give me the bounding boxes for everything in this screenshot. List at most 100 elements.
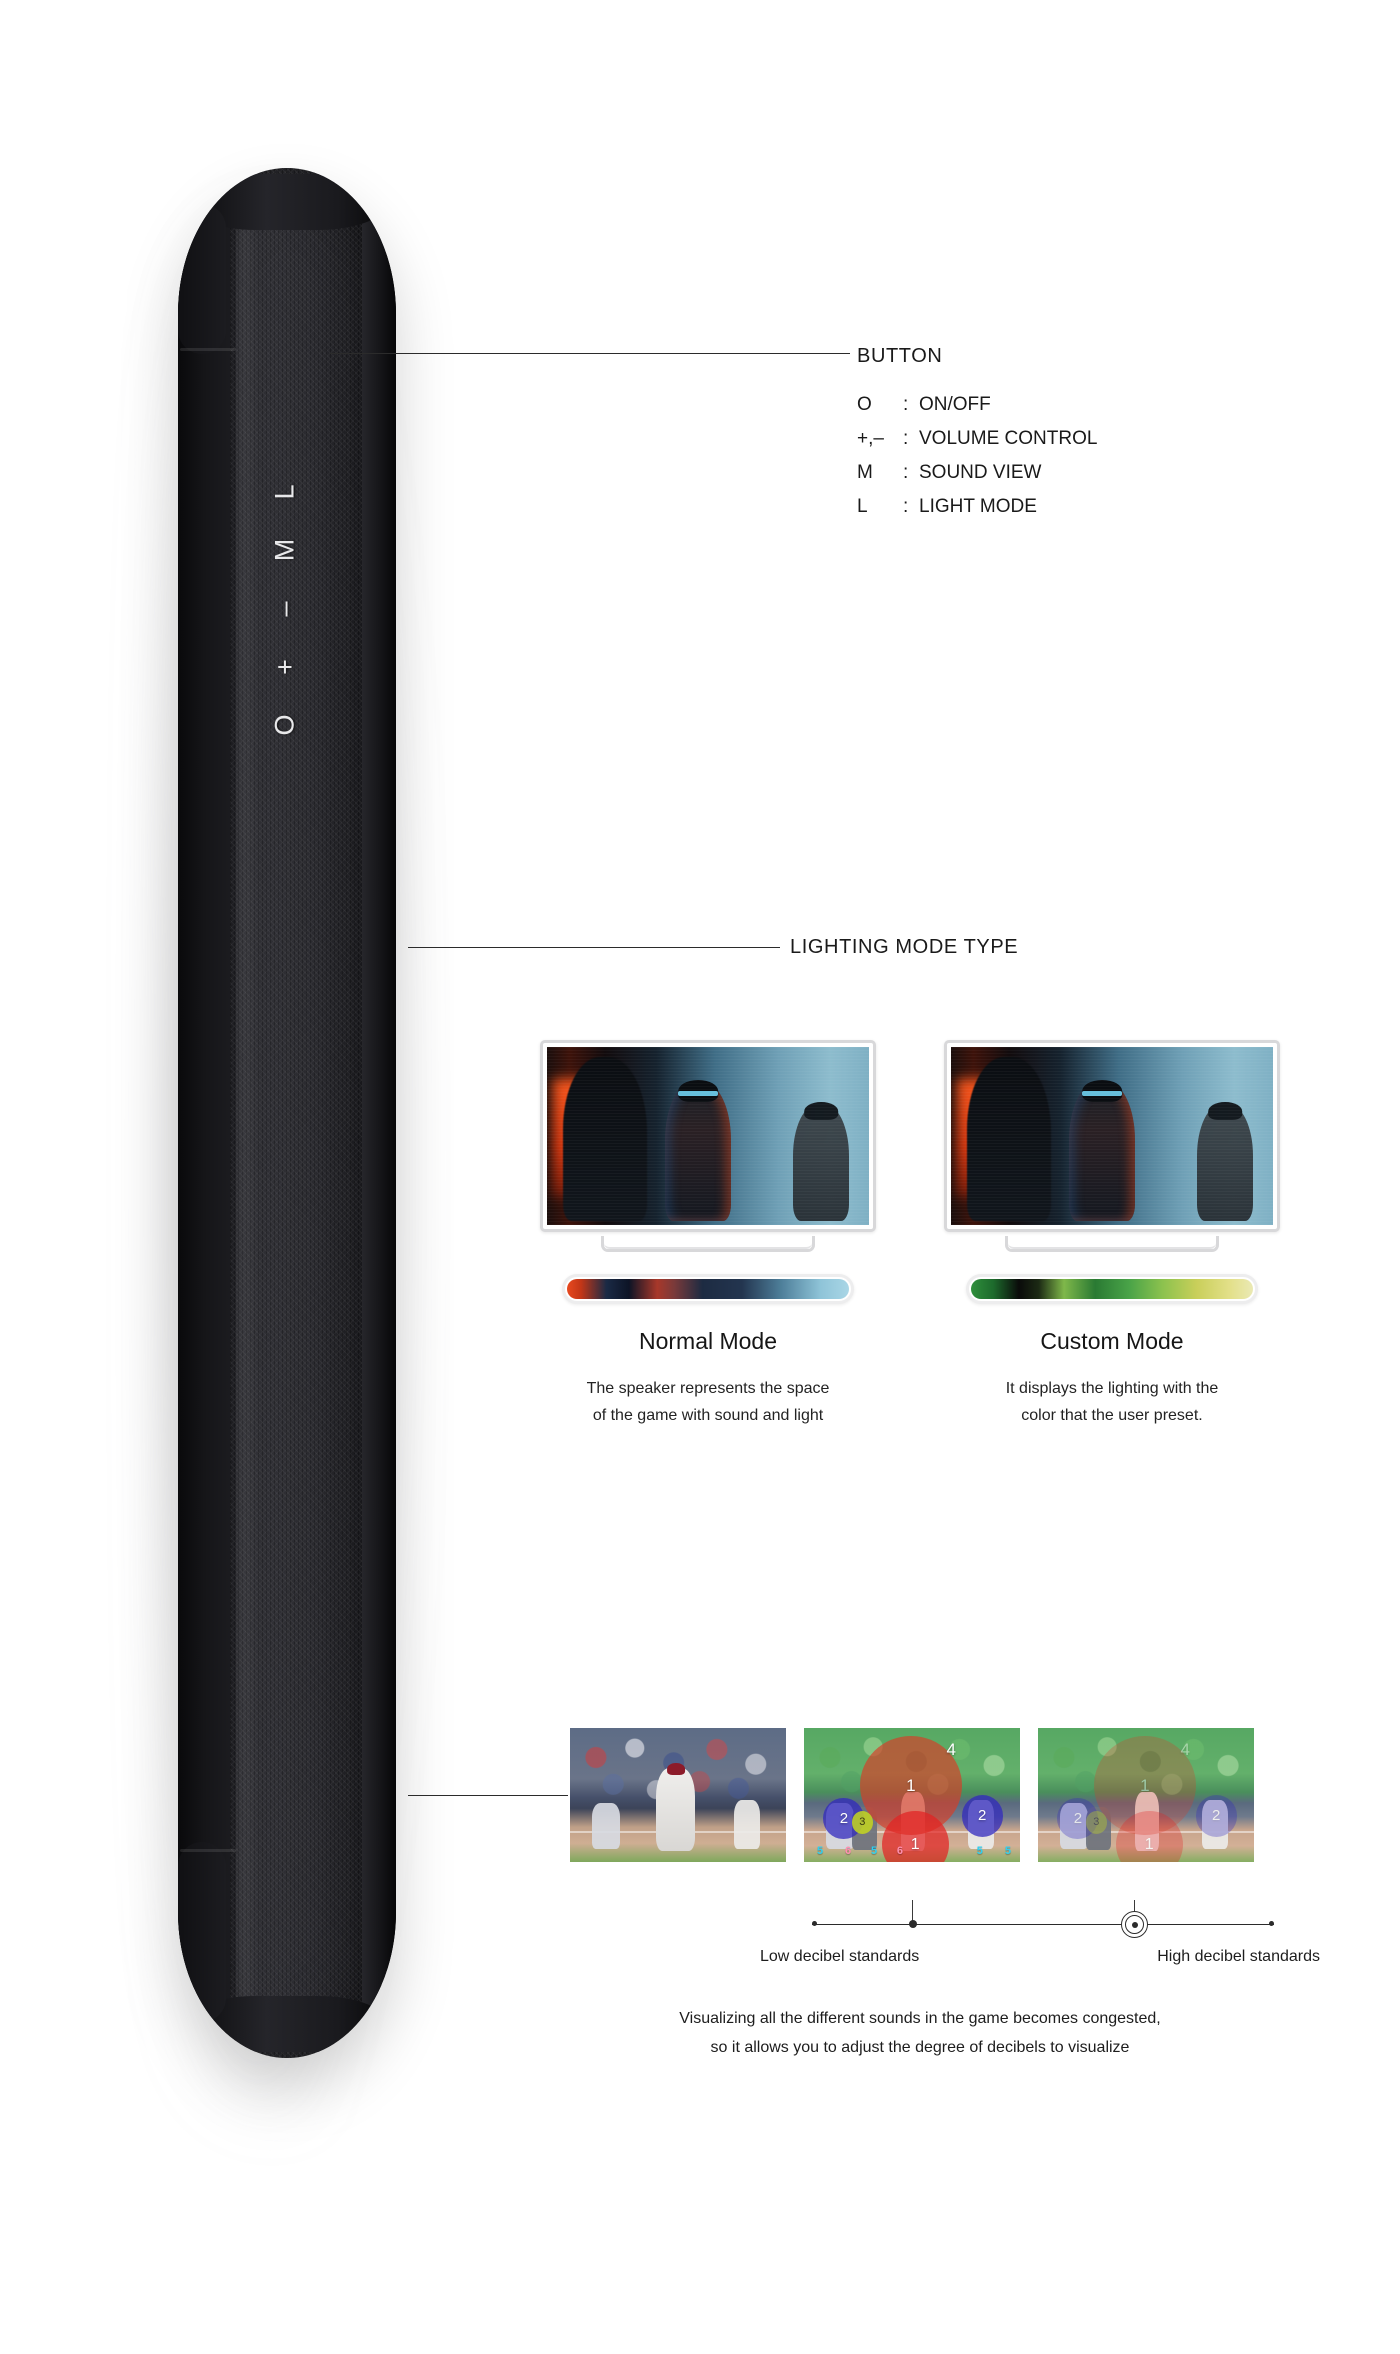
spec-sheet-page: L M – + O BUTTON O : ON/OFF +,– : VOLUME… [0, 0, 1400, 2354]
mode-desc-line: It displays the lighting with the [1005, 1380, 1219, 1397]
legend-value: VOLUME CONTROL [919, 428, 1098, 449]
visor-icon [1082, 1090, 1122, 1097]
button-light-mode[interactable]: L [270, 483, 300, 499]
visor-icon [678, 1090, 718, 1097]
decibel-slider[interactable] [812, 1900, 1274, 1944]
sound-bubble-2-right: 2 [961, 1795, 1003, 1837]
low-decibel-preview: 1 2 3 2 1 4 5 6 5 6 5 5 [804, 1728, 1020, 1862]
slider-track[interactable] [812, 1924, 1274, 1925]
tv-normal [540, 1040, 876, 1232]
legend-key: O [857, 394, 872, 415]
legend-key: +,– [857, 428, 884, 449]
player-figure [591, 1803, 620, 1849]
mode-desc-line: The speaker represents the space [586, 1380, 830, 1397]
caption-line: so it allows you to adjust the degree of… [710, 2039, 1130, 2056]
sound-bubble-3: 3 [851, 1811, 874, 1834]
pitcher-figure [656, 1763, 696, 1852]
device-left-edge [178, 168, 236, 2058]
legend-row-light-mode: L : LIGHT MODE [857, 490, 1097, 524]
device-button-column: L M – + O [240, 478, 330, 738]
legend-value: LIGHT MODE [919, 496, 1037, 517]
legend-value: ON/OFF [919, 394, 991, 415]
slider-handle[interactable] [1121, 1911, 1148, 1938]
lightbar-custom [966, 1274, 1258, 1304]
mode-name-custom: Custom Mode [1040, 1328, 1184, 1354]
legend-row-volume: +,– : VOLUME CONTROL [857, 422, 1097, 456]
speaker-device: L M – + O [150, 140, 470, 2140]
legend-separator: : [903, 462, 909, 483]
helmet-icon [678, 1080, 718, 1103]
slider-cap-right [1269, 1921, 1274, 1926]
mode-desc-line: of the game with sound and light [592, 1407, 824, 1424]
game-character-foreground [967, 1057, 1051, 1221]
button-section-title: BUTTON [857, 345, 943, 367]
button-volume-up[interactable]: + [270, 658, 300, 675]
high-decibel-preview: 1 2 3 2 1 4 [1038, 1728, 1254, 1862]
helmet-icon [804, 1101, 838, 1121]
tv-stand-custom [1005, 1236, 1219, 1252]
lighting-section-title: LIGHTING MODE TYPE [790, 936, 1019, 958]
game-character-right [793, 1101, 849, 1221]
tv-screen-normal [547, 1047, 869, 1225]
slider-marker-low[interactable] [909, 1920, 917, 1928]
device-seam-upper [180, 348, 236, 351]
legend-separator: : [903, 428, 909, 449]
slider-cap-left [812, 1921, 817, 1926]
helmet-icon [1082, 1080, 1122, 1103]
caption-line: Visualizing all the different sounds in … [679, 2010, 1161, 2027]
helmet-icon [1208, 1101, 1242, 1121]
player-figure [734, 1800, 761, 1849]
tv-custom [944, 1040, 1280, 1232]
tv-screen-custom [951, 1047, 1273, 1225]
leader-line-button [330, 353, 850, 354]
flame-effect [553, 1079, 587, 1197]
button-sound-view[interactable]: M [270, 538, 300, 562]
lightbar-gradient-custom [971, 1279, 1253, 1299]
ground-number: 5 [976, 1844, 983, 1857]
mode-card-normal: Normal Mode The speaker represents the s… [540, 1040, 876, 1429]
game-character-foreground [563, 1057, 647, 1221]
cap-icon [666, 1763, 685, 1775]
ground-number: 5 [1004, 1844, 1011, 1857]
sound-label-4: 4 [1180, 1740, 1191, 1760]
device-side-panel-bottom [178, 1842, 226, 2022]
device-seam-lower [180, 1849, 236, 1852]
ground-number: 6 [845, 1844, 852, 1857]
legend-row-sound-view: M : SOUND VIEW [857, 456, 1097, 490]
button-volume-down[interactable]: – [270, 600, 300, 616]
slider-tick-low [912, 1900, 913, 1922]
legend-key: M [857, 462, 873, 483]
button-legend-list: O : ON/OFF +,– : VOLUME CONTROL M : SOUN… [857, 388, 1097, 524]
sound-bubble-3: 3 [1085, 1811, 1108, 1834]
legend-value: SOUND VIEW [919, 462, 1042, 483]
game-character-right [1197, 1101, 1253, 1221]
ground-number: 5 [870, 1844, 878, 1857]
mode-desc-normal: The speaker represents the space of the … [540, 1375, 876, 1429]
sound-bubble-2-right: 2 [1195, 1795, 1237, 1837]
leader-line-decibel [408, 1795, 568, 1796]
button-power[interactable]: O [269, 713, 299, 735]
legend-separator: : [903, 394, 909, 415]
slider-label-high: High decibel standards [1157, 1948, 1320, 1965]
tv-stand-normal [601, 1236, 815, 1252]
mode-desc-line: color that the user preset. [1021, 1407, 1203, 1424]
mode-desc-custom: It displays the lighting with the color … [944, 1375, 1280, 1429]
lighting-mode-cards: Normal Mode The speaker represents the s… [540, 1040, 1280, 1429]
decibel-caption: Visualizing all the different sounds in … [500, 2004, 1340, 2062]
ground-number: 5 [816, 1844, 824, 1857]
sound-label-4: 4 [946, 1740, 957, 1760]
legend-key: L [857, 496, 868, 517]
device-right-edge [362, 168, 396, 2058]
mode-name-normal: Normal Mode [638, 1328, 778, 1354]
device-body: L M – + O [178, 168, 396, 2058]
mode-card-custom: Custom Mode It displays the lighting wit… [944, 1040, 1280, 1429]
ground-number: 6 [896, 1844, 903, 1857]
lightbar-gradient-normal [567, 1279, 849, 1299]
flame-effect [957, 1079, 991, 1197]
decibel-slider-labels: Low decibel standards High decibel stand… [760, 1948, 1320, 1966]
lightbar-normal [562, 1274, 854, 1304]
game-character-center [665, 1080, 731, 1221]
device-side-panel-top [178, 204, 226, 354]
game-character-center [1069, 1080, 1135, 1221]
legend-separator: : [903, 496, 909, 517]
